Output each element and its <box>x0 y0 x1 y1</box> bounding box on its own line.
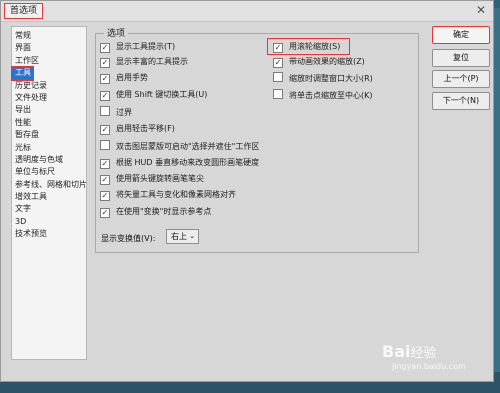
checkbox-checked-icon[interactable]: ✓ <box>100 74 110 84</box>
option-label: 使用箭头键旋转画笔笔尖 <box>116 174 204 183</box>
sidebar-item-general[interactable]: 常规 <box>12 30 86 42</box>
preferences-sidebar: 常规 界面 工作区 工具 历史记录 文件处理 导出 性能 暂存盘 光标 透明度与… <box>11 26 87 360</box>
option-overscroll[interactable]: 过界 <box>100 106 132 118</box>
option-zoom-resize-window[interactable]: 缩放时调整窗口大小(R) <box>273 72 373 84</box>
sidebar-item-plugins[interactable]: 增效工具 <box>12 191 86 203</box>
option-double-click-mask[interactable]: 双击图层蒙版可启动"选择并遮住"工作区 <box>100 140 259 152</box>
option-animated-zoom[interactable]: ✓ 带动画效果的缩放(Z) <box>273 56 365 68</box>
transform-values-dropdown[interactable]: 右上 ⌄ <box>166 229 199 244</box>
option-label: 根据 HUD 垂直移动来改变圆形画笔硬度 <box>116 158 260 167</box>
reset-button[interactable]: 复位 <box>432 49 490 67</box>
dropdown-selected-value: 右上 <box>171 232 187 241</box>
option-label: 缩放时调整窗口大小(R) <box>289 74 373 83</box>
option-label: 双击图层蒙版可启动"选择并遮住"工作区 <box>116 142 260 151</box>
watermark-brand: Bai <box>382 342 411 361</box>
checkbox-checked-icon[interactable]: ✓ <box>100 175 110 185</box>
sidebar-item-transparency[interactable]: 透明度与色域 <box>12 154 86 166</box>
sidebar-item-workspace[interactable]: 工作区 <box>12 55 86 67</box>
option-label: 使用 Shift 键切换工具(U) <box>116 90 208 99</box>
checkbox-unchecked-icon[interactable] <box>100 106 110 116</box>
sidebar-item-tools[interactable]: 工具 <box>11 66 34 81</box>
highlight-box <box>267 38 350 55</box>
option-snap-vector-tools[interactable]: ✓ 将矢量工具与变化和像素网格对齐 <box>100 189 236 201</box>
sidebar-item-interface[interactable]: 界面 <box>12 42 86 54</box>
option-label: 在使用"变换"时显示参考点 <box>116 207 212 216</box>
ok-button[interactable]: 确定 <box>432 26 490 44</box>
option-zoom-clicked-point[interactable]: 将单击点缩放至中心(K) <box>273 89 373 101</box>
checkbox-unchecked-icon[interactable] <box>273 89 283 99</box>
checkbox-checked-icon[interactable]: ✓ <box>100 208 110 218</box>
option-flick-panning[interactable]: ✓ 启用轻击平移(F) <box>100 123 175 135</box>
prev-button[interactable]: 上一个(P) <box>432 70 490 88</box>
option-label: 启用轻击平移(F) <box>116 124 175 133</box>
chevron-down-icon: ⌄ <box>189 232 195 240</box>
sidebar-item-units[interactable]: 单位与标尺 <box>12 166 86 178</box>
close-icon[interactable]: ✕ <box>474 3 488 17</box>
option-label: 将单击点缩放至中心(K) <box>289 91 373 100</box>
checkbox-checked-icon[interactable]: ✓ <box>100 159 110 169</box>
watermark-url: jingyan.baidu.com <box>392 362 466 371</box>
option-shift-switch-tools[interactable]: ✓ 使用 Shift 键切换工具(U) <box>100 89 207 101</box>
preferences-dialog: 首选项 ✕ 常规 界面 工作区 工具 历史记录 文件处理 导出 性能 暂存盘 光… <box>0 0 494 382</box>
title-bar: 首选项 ✕ <box>1 1 493 22</box>
option-arrow-rotate-brush[interactable]: ✓ 使用箭头键旋转画笔笔尖 <box>100 173 204 185</box>
checkbox-checked-icon[interactable]: ✓ <box>100 191 110 201</box>
option-hud-brush-hardness[interactable]: ✓ 根据 HUD 垂直移动来改变圆形画笔硬度 <box>100 157 259 169</box>
sidebar-item-guides[interactable]: 参考线、网格和切片 <box>12 179 87 191</box>
checkbox-checked-icon[interactable]: ✓ <box>100 43 110 53</box>
sidebar-item-type[interactable]: 文字 <box>12 203 86 215</box>
checkbox-checked-icon[interactable]: ✓ <box>100 125 110 135</box>
sidebar-item-history[interactable]: 历史记录 <box>12 80 86 92</box>
sidebar-item-file-handling[interactable]: 文件处理 <box>12 92 86 104</box>
transform-values-label: 显示变换值(V): <box>101 234 156 243</box>
sidebar-item-performance[interactable]: 性能 <box>12 117 86 129</box>
window-title: 首选项 <box>4 3 44 19</box>
option-label: 带动画效果的缩放(Z) <box>289 57 365 66</box>
option-label: 将矢量工具与变化和像素网格对齐 <box>116 190 236 199</box>
option-label: 启用手势 <box>116 73 148 82</box>
watermark-brand2: 经验 <box>410 346 437 361</box>
options-group-label: 选项 <box>104 26 129 39</box>
checkbox-unchecked-icon[interactable] <box>273 72 283 82</box>
sidebar-item-3d[interactable]: 3D <box>12 216 86 228</box>
option-rich-tooltips[interactable]: ✓ 显示丰富的工具提示 <box>100 56 188 68</box>
checkbox-checked-icon[interactable]: ✓ <box>100 91 110 101</box>
checkbox-unchecked-icon[interactable] <box>100 140 110 150</box>
option-enable-gestures[interactable]: ✓ 启用手势 <box>100 72 148 84</box>
sidebar-item-scratch-disks[interactable]: 暂存盘 <box>12 129 86 141</box>
checkbox-checked-icon[interactable]: ✓ <box>273 58 283 68</box>
option-label: 过界 <box>116 108 132 117</box>
watermark-logo: Bai经验 <box>382 342 437 361</box>
sidebar-item-cursors[interactable]: 光标 <box>12 142 86 154</box>
option-show-tooltips[interactable]: ✓ 显示工具提示(T) <box>100 41 175 53</box>
option-label: 显示工具提示(T) <box>116 42 176 51</box>
sidebar-item-export[interactable]: 导出 <box>12 104 86 116</box>
sidebar-item-tech-preview[interactable]: 技术预览 <box>12 228 86 240</box>
next-button[interactable]: 下一个(N) <box>432 92 490 110</box>
checkbox-checked-icon[interactable]: ✓ <box>100 58 110 68</box>
option-label: 显示丰富的工具提示 <box>116 57 188 66</box>
option-show-reference-point[interactable]: ✓ 在使用"变换"时显示参考点 <box>100 206 211 218</box>
